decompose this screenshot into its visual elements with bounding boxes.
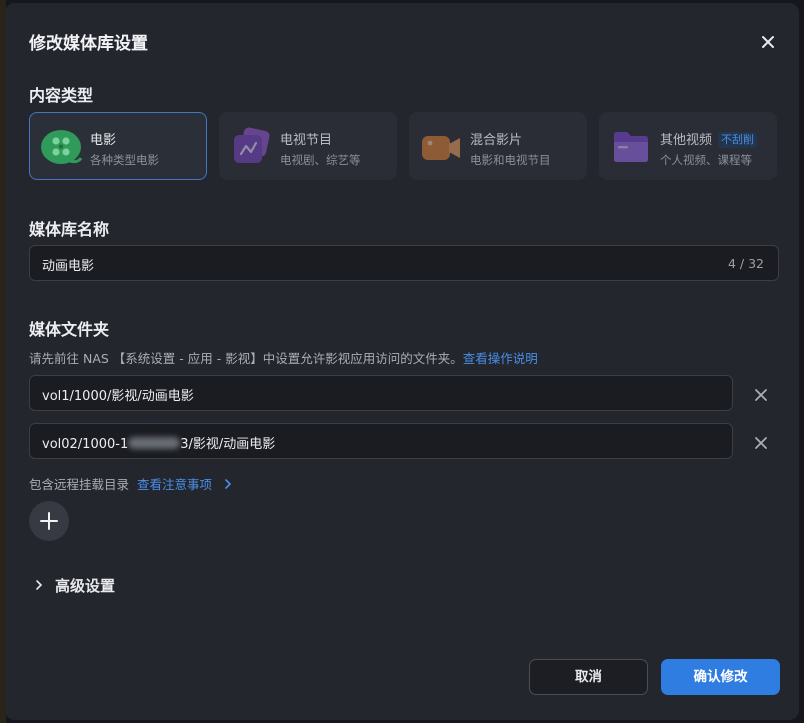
library-name-label: 媒体库名称	[29, 220, 110, 239]
folder-hint: 请先前往 NAS 【系统设置 - 应用 - 影视】中设置允许影视应用访问的文件夹…	[29, 351, 538, 366]
remote-mount-label: 包含远程挂载目录	[29, 477, 130, 492]
type-card-other-desc: 个人视频、课程等	[660, 153, 752, 167]
no-scrape-badge: 不刮削	[718, 132, 758, 148]
redacted-blur	[128, 437, 181, 449]
close-icon[interactable]	[757, 31, 779, 53]
library-name-input[interactable]: 动画电影 4 / 32	[29, 245, 779, 281]
chevron-right-icon	[36, 580, 43, 590]
content-type-label: 内容类型	[29, 86, 94, 105]
type-card-mixed-name: 混合影片	[470, 133, 523, 148]
folder-icon	[614, 132, 648, 162]
remove-folder-1-icon[interactable]	[753, 387, 769, 403]
folder-path-1-value: vol1/1000/影视/动画电影	[42, 389, 194, 404]
tv-icon	[234, 127, 270, 163]
view-instructions-link[interactable]: 查看操作说明	[463, 351, 538, 366]
plus-icon	[40, 512, 58, 530]
folder-path-input-2[interactable]: vol02/1000-1 3/影视/动画电影	[29, 423, 733, 459]
type-card-mixed-desc: 电影和电视节目	[470, 153, 551, 167]
remove-folder-2-icon[interactable]	[753, 435, 769, 451]
type-card-mixed[interactable]: 混合影片 电影和电视节目	[409, 112, 587, 180]
advanced-settings-label: 高级设置	[55, 577, 116, 595]
advanced-settings-toggle[interactable]: 高级设置	[33, 575, 115, 596]
library-name-value: 动画电影	[42, 259, 95, 274]
cancel-button[interactable]: 取消	[529, 659, 648, 695]
remote-mount-row: 包含远程挂载目录 查看注意事项	[29, 474, 234, 493]
folder-path-input-1[interactable]: vol1/1000/影视/动画电影	[29, 375, 733, 411]
type-card-movie-desc: 各种类型电影	[90, 153, 159, 167]
type-card-movie[interactable]: 电影 各种类型电影	[29, 112, 207, 180]
type-card-other-name: 其他视频 不刮削	[660, 129, 758, 148]
edit-library-dialog: 修改媒体库设置 内容类型 电影 各种类型电影 电视节目 电视剧、综艺等 混合影片…	[5, 3, 799, 720]
folder-path-2-value: vol02/1000-1 3/影视/动画电影	[42, 437, 276, 452]
type-card-other[interactable]: 其他视频 不刮削 个人视频、课程等	[599, 112, 777, 180]
add-folder-button[interactable]	[29, 501, 69, 541]
video-camera-icon	[422, 136, 460, 160]
confirm-button[interactable]: 确认修改	[661, 659, 780, 695]
type-card-tv-name: 电视节目	[280, 133, 333, 148]
type-card-movie-name: 电影	[90, 133, 117, 148]
dialog-title: 修改媒体库设置	[29, 34, 148, 54]
type-card-tv-desc: 电视剧、综艺等	[280, 153, 361, 167]
chevron-right-icon	[225, 479, 232, 489]
media-folder-label: 媒体文件夹	[29, 320, 110, 339]
film-reel-icon	[41, 130, 82, 164]
view-notes-link[interactable]: 查看注意事项	[137, 477, 234, 492]
library-name-counter: 4 / 32	[727, 256, 764, 271]
type-card-tv[interactable]: 电视节目 电视剧、综艺等	[219, 112, 397, 180]
